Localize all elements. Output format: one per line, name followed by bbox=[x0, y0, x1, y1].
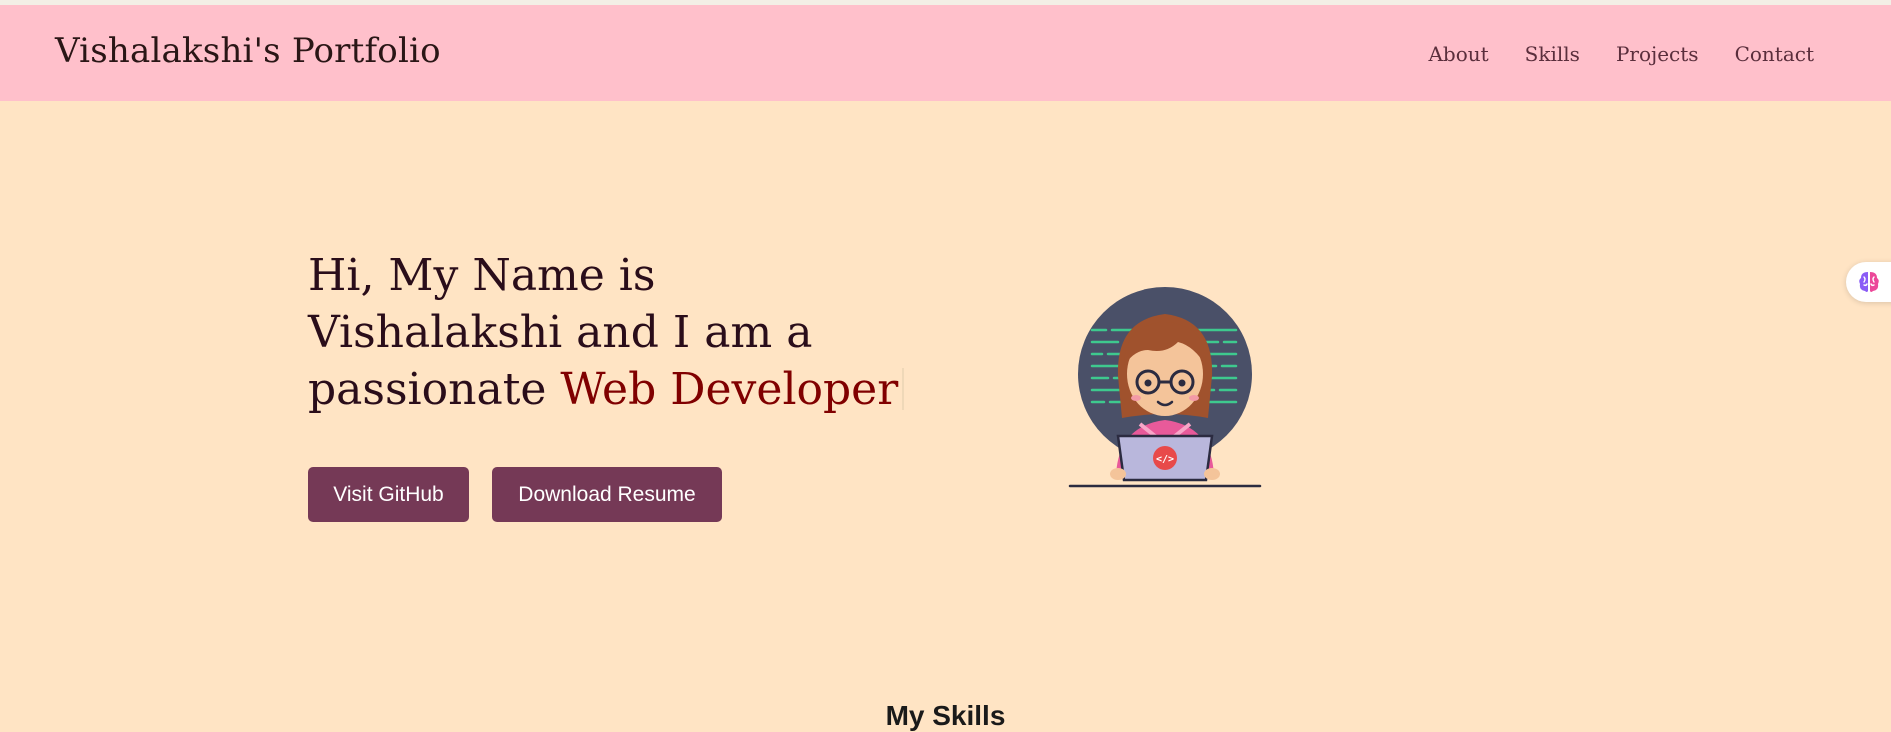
site-brand[interactable]: Vishalakshi's Portfolio bbox=[55, 31, 441, 71]
brain-icon bbox=[1859, 272, 1879, 292]
download-resume-button[interactable]: Download Resume bbox=[492, 467, 722, 522]
developer-illustration: </> bbox=[1068, 284, 1262, 490]
skills-section-title: My Skills bbox=[885, 700, 1006, 731]
nav-link-contact[interactable]: Contact bbox=[1735, 42, 1814, 66]
floating-brain-widget[interactable] bbox=[1846, 262, 1891, 302]
hero-heading: Hi, My Name is Vishalakshi and I am a pa… bbox=[308, 247, 908, 418]
hero-section: Hi, My Name is Vishalakshi and I am a pa… bbox=[308, 247, 908, 418]
nav-link-skills[interactable]: Skills bbox=[1525, 42, 1580, 66]
hero-heading-accent: Web Developer bbox=[560, 364, 899, 415]
nav-links: About Skills Projects Contact bbox=[1428, 42, 1814, 66]
nav-link-projects[interactable]: Projects bbox=[1616, 42, 1699, 66]
typing-caret bbox=[902, 368, 905, 410]
nav-link-about[interactable]: About bbox=[1428, 42, 1488, 66]
visit-github-button[interactable]: Visit GitHub bbox=[308, 467, 469, 522]
laptop-code-badge: </> bbox=[1156, 454, 1174, 465]
navbar: Vishalakshi's Portfolio About Skills Pro… bbox=[0, 5, 1891, 101]
